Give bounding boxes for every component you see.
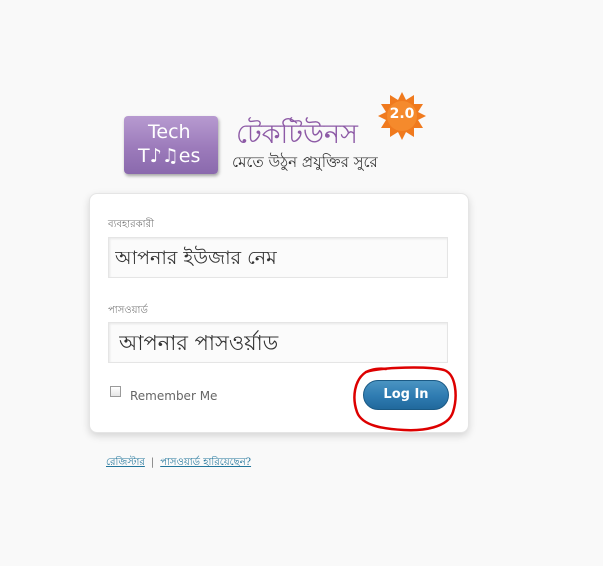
- password-input[interactable]: [108, 322, 448, 363]
- logo-tile-text-tunes: T♪♫es: [138, 145, 201, 167]
- register-link[interactable]: রেজিস্টার: [106, 457, 145, 468]
- remember-me-checkbox[interactable]: [110, 386, 121, 397]
- login-button[interactable]: Log In: [363, 380, 449, 410]
- remember-me-label[interactable]: Remember Me: [130, 389, 217, 403]
- logo-tagline: মেতে উঠুন প্রযুক্তির সুরে: [232, 153, 378, 171]
- version-badge: 2.0: [378, 92, 426, 140]
- form-links: রেজিস্টার | পাসওয়ার্ড হারিয়েছেন?: [106, 455, 251, 472]
- version-badge-text: 2.0: [389, 106, 415, 122]
- lost-password-link[interactable]: পাসওয়ার্ড হারিয়েছেন?: [160, 457, 251, 468]
- site-logo[interactable]: Tech T♪♫es টেকটিউনস মেতে উঠুন প্রযুক্তির…: [124, 92, 434, 182]
- password-label: পাসওয়ার্ড: [108, 305, 148, 316]
- username-input[interactable]: [108, 237, 448, 278]
- link-separator: |: [150, 457, 155, 468]
- login-form: ব্যবহারকারী পাসওয়ার্ড Remember Me Log I…: [89, 193, 469, 433]
- login-page: Tech T♪♫es টেকটিউনস মেতে উঠুন প্রযুক্তির…: [0, 0, 603, 566]
- logo-tile: Tech T♪♫es: [124, 116, 218, 174]
- logo-tile-text-tech: Tech: [148, 121, 191, 143]
- username-label: ব্যবহারকারী: [108, 219, 154, 230]
